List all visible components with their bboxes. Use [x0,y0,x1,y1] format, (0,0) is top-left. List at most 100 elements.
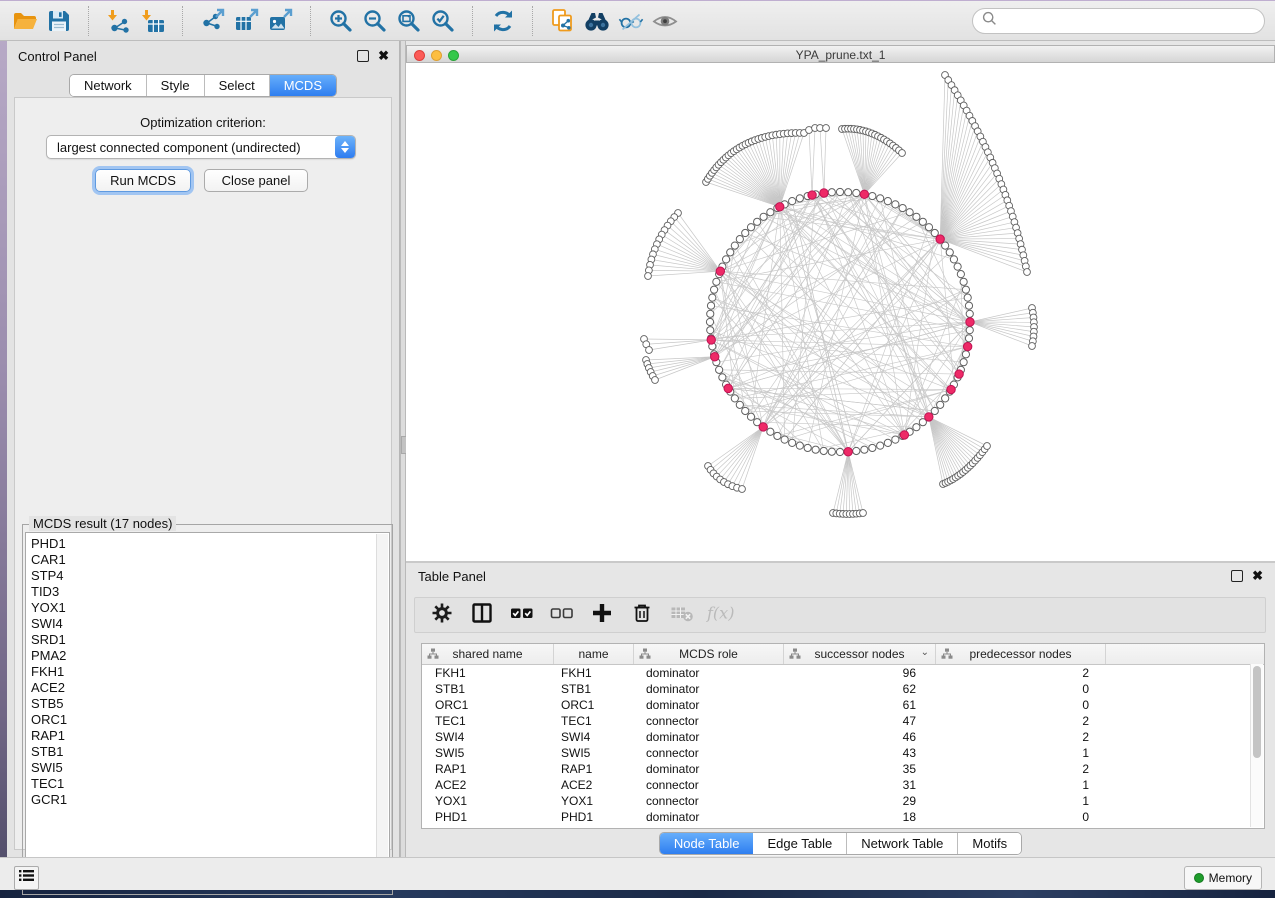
cell-shared-name[interactable]: FKH1 [422,666,554,680]
cell-MCDS-role[interactable]: dominator [634,810,784,824]
cell-MCDS-role[interactable]: connector [634,746,784,760]
cell-successor-nodes[interactable]: 35 [784,762,936,776]
save-session-button[interactable] [42,5,76,37]
table-row[interactable]: YOX1YOX1connector291 [422,793,1264,809]
close-table-panel-icon[interactable]: ✖ [1252,571,1263,581]
mcds-result-item[interactable]: GCR1 [26,792,389,808]
cell-predecessor-nodes[interactable]: 1 [936,794,1106,808]
cell-name[interactable]: RAP1 [554,762,634,776]
cell-successor-nodes[interactable]: 62 [784,682,936,696]
cell-name[interactable]: ACE2 [554,778,634,792]
table-row[interactable]: PHD1PHD1dominator180 [422,809,1264,825]
cell-MCDS-role[interactable]: dominator [634,682,784,696]
table-scrollbar[interactable] [1250,664,1263,827]
cell-MCDS-role[interactable]: dominator [634,730,784,744]
mcds-result-item[interactable]: PMA2 [26,648,389,664]
mcds-result-item[interactable]: ACE2 [26,680,389,696]
export-network-button[interactable] [196,5,230,37]
table-tab-node-table[interactable]: Node Table [660,833,754,854]
mcds-result-item[interactable]: RAP1 [26,728,389,744]
cell-shared-name[interactable]: RAP1 [422,762,554,776]
add-column-button[interactable] [589,602,615,628]
table-scrollbar-thumb[interactable] [1253,666,1261,758]
delete-column-button[interactable] [629,602,655,628]
cell-successor-nodes[interactable]: 29 [784,794,936,808]
cell-successor-nodes[interactable]: 61 [784,698,936,712]
table-row[interactable]: STB1STB1dominator620 [422,681,1264,697]
cell-predecessor-nodes[interactable]: 2 [936,730,1106,744]
mcds-result-item[interactable]: TEC1 [26,776,389,792]
import-table-button[interactable] [136,5,170,37]
cell-predecessor-nodes[interactable]: 2 [936,666,1106,680]
cell-name[interactable]: SWI5 [554,746,634,760]
deselect-all-checkboxes-button[interactable] [549,602,575,628]
select-all-checkboxes-button[interactable] [509,602,535,628]
cell-predecessor-nodes[interactable]: 1 [936,746,1106,760]
mcds-result-item[interactable]: SWI5 [26,760,389,776]
mcds-result-item[interactable]: TID3 [26,584,389,600]
mcds-result-item[interactable]: STB1 [26,744,389,760]
zoom-in-button[interactable] [324,5,358,37]
float-table-panel-icon[interactable] [1231,570,1243,582]
cell-name[interactable]: TEC1 [554,714,634,728]
mcds-result-item[interactable]: FKH1 [26,664,389,680]
cell-shared-name[interactable]: ACE2 [422,778,554,792]
cell-successor-nodes[interactable]: 47 [784,714,936,728]
cell-MCDS-role[interactable]: dominator [634,666,784,680]
cell-successor-nodes[interactable]: 31 [784,778,936,792]
cell-predecessor-nodes[interactable]: 2 [936,714,1106,728]
cell-shared-name[interactable]: STB1 [422,682,554,696]
run-mcds-button[interactable]: Run MCDS [95,169,191,192]
task-history-button[interactable] [14,866,39,890]
mcds-list-scrollbar[interactable] [376,534,388,883]
zoom-out-button[interactable] [358,5,392,37]
import-network-button[interactable] [102,5,136,37]
cell-successor-nodes[interactable]: 96 [784,666,936,680]
cell-MCDS-role[interactable]: dominator [634,698,784,712]
table-row[interactable]: SWI5SWI5connector431 [422,745,1264,761]
cell-successor-nodes[interactable]: 43 [784,746,936,760]
cell-predecessor-nodes[interactable]: 0 [936,698,1106,712]
column-header-MCDS-role[interactable]: MCDS role [634,644,784,664]
mcds-result-list[interactable]: PHD1CAR1STP4TID3YOX1SWI4SRD1PMA2FKH1ACE2… [25,532,390,883]
table-tab-edge-table[interactable]: Edge Table [753,833,847,854]
mcds-result-item[interactable]: ORC1 [26,712,389,728]
cell-successor-nodes[interactable]: 46 [784,730,936,744]
table-row[interactable]: FKH1FKH1dominator962 [422,665,1264,681]
table-row[interactable]: ACE2ACE2connector311 [422,777,1264,793]
cell-name[interactable]: FKH1 [554,666,634,680]
cell-name[interactable]: SWI4 [554,730,634,744]
cell-predecessor-nodes[interactable]: 0 [936,682,1106,696]
zoom-fit-button[interactable] [392,5,426,37]
open-file-button[interactable] [8,5,42,37]
cell-MCDS-role[interactable]: connector [634,778,784,792]
table-tab-motifs[interactable]: Motifs [958,833,1021,854]
node-table[interactable]: shared namenameMCDS rolesuccessor nodes⌄… [421,643,1265,829]
cell-shared-name[interactable]: SWI5 [422,746,554,760]
cell-MCDS-role[interactable]: connector [634,794,784,808]
cell-predecessor-nodes[interactable]: 1 [936,778,1106,792]
mcds-result-item[interactable]: STB5 [26,696,389,712]
mcds-result-item[interactable]: SWI4 [26,616,389,632]
cell-predecessor-nodes[interactable]: 0 [936,810,1106,824]
mcds-result-item[interactable]: YOX1 [26,600,389,616]
table-tab-network-table[interactable]: Network Table [847,833,958,854]
cell-name[interactable]: YOX1 [554,794,634,808]
settings-gear-button[interactable] [429,602,455,628]
cell-shared-name[interactable]: SWI4 [422,730,554,744]
network-window-titlebar[interactable]: YPA_prune.txt_1 [406,45,1275,63]
zoom-selected-button[interactable] [426,5,460,37]
mcds-result-item[interactable]: SRD1 [26,632,389,648]
search-network-button[interactable] [580,5,614,37]
table-row[interactable]: RAP1RAP1dominator352 [422,761,1264,777]
column-header-successor-nodes[interactable]: successor nodes⌄ [784,644,936,664]
close-panel-button[interactable]: Close panel [204,169,308,192]
cell-shared-name[interactable]: ORC1 [422,698,554,712]
mcds-result-item[interactable]: STP4 [26,568,389,584]
search-field[interactable] [972,8,1265,34]
refresh-layout-button[interactable] [486,5,520,37]
cell-MCDS-role[interactable]: connector [634,714,784,728]
export-image-button[interactable] [264,5,298,37]
optimization-criterion-select[interactable]: largest connected component (undirected) [46,135,356,159]
show-all-button[interactable] [648,5,682,37]
